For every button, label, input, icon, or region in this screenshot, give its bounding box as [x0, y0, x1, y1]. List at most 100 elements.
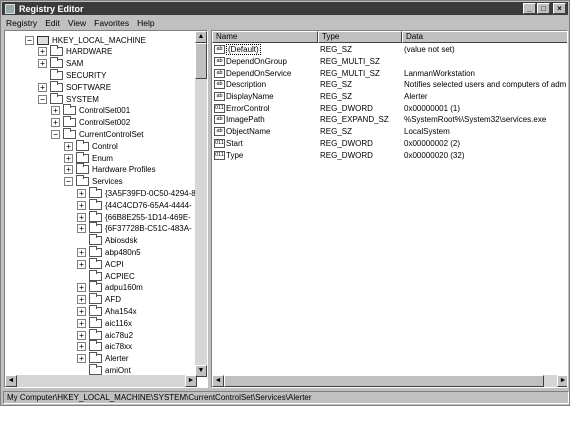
tree-node[interactable]: + ControlSet002 — [51, 116, 130, 129]
value-row[interactable]: ab (Default) REG_SZ (value not set) — [212, 44, 567, 56]
tree-node[interactable]: + ControlSet001 — [51, 104, 130, 117]
tree-node[interactable]: + {66B8E255-1D14-469E- — [77, 210, 191, 223]
tree-node-label: CurrentControlSet — [79, 129, 144, 139]
collapse-icon[interactable]: − — [51, 129, 60, 139]
expand-icon[interactable]: + — [77, 259, 86, 269]
binary-value-icon: 011 — [214, 150, 225, 160]
tree-node[interactable]: + {6F37728B-C51C-483A- — [77, 222, 192, 235]
status-bar: My Computer\HKEY_LOCAL_MACHINE\SYSTEM\Cu… — [3, 391, 569, 404]
tree-node-label: Services — [92, 177, 123, 187]
value-row[interactable]: ab ObjectName REG_SZ LocalSystem — [212, 126, 567, 138]
menu-favorites[interactable]: Favorites — [94, 18, 129, 28]
values-pane[interactable]: Name Type Data ab (Default) REG_SZ (value n… — [211, 30, 568, 388]
expand-icon[interactable]: + — [64, 141, 73, 151]
expand-icon[interactable]: + — [77, 200, 86, 210]
tree-node[interactable]: + {44C4CD76-65A4-4444- — [77, 198, 192, 211]
tree-node[interactable]: + Enum — [64, 151, 113, 164]
column-type-header[interactable]: Type — [318, 31, 402, 43]
value-row[interactable]: ab DisplayName REG_SZ Alerter — [212, 91, 567, 103]
scroll-left-button[interactable]: ◄ — [212, 375, 224, 387]
tree-node-label: aic116x — [105, 318, 132, 328]
expand-icon[interactable]: + — [77, 330, 86, 340]
tree-node-label: amiOnt — [105, 365, 131, 375]
column-name-header[interactable]: Name — [212, 31, 318, 43]
tree-node[interactable]: − Services — [64, 175, 123, 188]
values-horizontal-scrollbar[interactable]: ◄ ► — [212, 375, 567, 387]
tree-vertical-scrollbar[interactable]: ▲ ▼ — [195, 31, 207, 377]
tree-node[interactable]: + AFD — [77, 293, 121, 306]
scroll-left-button[interactable]: ◄ — [5, 375, 17, 387]
scroll-up-button[interactable]: ▲ — [195, 31, 207, 43]
tree-node[interactable]: + HARDWARE — [38, 45, 113, 58]
tree-node[interactable]: ACPIEC — [77, 269, 135, 282]
menu-view[interactable]: View — [68, 18, 86, 28]
tree-node[interactable]: + Aha154x — [77, 304, 137, 317]
expand-icon[interactable]: + — [77, 354, 86, 364]
expand-icon[interactable]: + — [38, 59, 47, 69]
tree-node[interactable]: + Control — [64, 139, 118, 152]
tree-node[interactable]: − SYSTEM — [38, 92, 99, 105]
collapse-icon[interactable]: − — [64, 177, 73, 187]
scroll-right-button[interactable]: ► — [185, 375, 197, 387]
expand-icon[interactable]: + — [77, 342, 86, 352]
folder-icon — [89, 222, 102, 234]
tree-node[interactable]: + Alerter — [77, 352, 129, 365]
expand-icon[interactable]: + — [77, 247, 86, 257]
title-bar[interactable]: Registry Editor _ □ × — [2, 2, 568, 15]
expand-icon[interactable]: + — [77, 212, 86, 222]
minimize-button[interactable]: _ — [523, 3, 536, 14]
key-tree-pane[interactable]: − HKEY_LOCAL_MACHINE + HARDWARE + SAM SECURITY… — [4, 30, 208, 388]
expand-icon[interactable]: + — [38, 82, 47, 92]
value-row[interactable]: ab Description REG_SZ Notifies selected use… — [212, 79, 567, 91]
menu-registry[interactable]: Registry — [6, 18, 37, 28]
collapse-icon[interactable]: − — [25, 35, 34, 45]
expand-icon[interactable]: + — [51, 106, 60, 116]
expand-icon[interactable]: + — [38, 47, 47, 57]
value-name-cell: ab DisplayName — [212, 92, 318, 102]
column-data-header[interactable]: Data — [402, 31, 567, 43]
value-row[interactable]: ab ImagePath REG_EXPAND_SZ %SystemRoot%\Sys… — [212, 114, 567, 126]
tree-node[interactable]: + adpu160m — [77, 281, 143, 294]
value-type: REG_SZ — [320, 127, 353, 137]
folder-icon — [89, 210, 102, 222]
expand-icon[interactable]: + — [77, 283, 86, 293]
tree-horizontal-scrollbar[interactable]: ◄ ► — [5, 375, 197, 387]
tree-node[interactable]: + SAM — [38, 57, 83, 70]
tree-node[interactable]: + aic78u2 — [77, 328, 133, 341]
tree-node[interactable]: + {3A5F39FD-0C50-4294-8 — [77, 186, 196, 199]
value-row[interactable]: 011 Type REG_DWORD 0x00000020 (32) — [212, 149, 567, 161]
tree-node[interactable]: + aic116x — [77, 316, 132, 329]
expand-icon[interactable]: + — [64, 165, 73, 175]
value-name: Description — [226, 80, 267, 90]
expand-icon[interactable]: + — [64, 153, 73, 163]
maximize-button[interactable]: □ — [537, 3, 550, 14]
tree-node[interactable]: SECURITY — [38, 68, 106, 81]
close-button[interactable]: × — [553, 3, 566, 14]
value-row[interactable]: ab DependOnService REG_MULTI_SZ LanmanWorks… — [212, 67, 567, 79]
tree-node[interactable]: + aic78xx — [77, 340, 132, 353]
tree-node[interactable]: − CurrentControlSet — [51, 127, 144, 140]
tree-node[interactable]: + abp480n5 — [77, 245, 141, 258]
tree-node[interactable]: + ACPI — [77, 257, 124, 270]
scroll-thumb[interactable] — [195, 43, 207, 79]
expand-icon[interactable]: + — [77, 224, 86, 234]
menu-edit[interactable]: Edit — [45, 18, 60, 28]
scroll-thumb[interactable] — [224, 375, 544, 387]
value-row[interactable]: ab DependOnGroup REG_MULTI_SZ — [212, 56, 567, 68]
scroll-right-button[interactable]: ► — [557, 375, 567, 387]
tree-node-label: HARDWARE — [66, 47, 113, 57]
expand-icon[interactable]: + — [77, 295, 86, 305]
expand-icon[interactable]: + — [77, 306, 86, 316]
tree-node[interactable]: − HKEY_LOCAL_MACHINE — [25, 34, 146, 46]
value-row[interactable]: 011 Start REG_DWORD 0x00000002 (2) — [212, 138, 567, 150]
expand-icon[interactable]: + — [51, 118, 60, 128]
value-type: REG_DWORD — [320, 103, 373, 113]
expand-icon[interactable]: + — [77, 188, 86, 198]
collapse-icon[interactable]: − — [38, 94, 47, 104]
value-row[interactable]: 011 ErrorControl REG_DWORD 0x00000001 (1) — [212, 103, 567, 115]
tree-node[interactable]: + SOFTWARE — [38, 80, 111, 93]
expand-icon[interactable]: + — [77, 318, 86, 328]
tree-node[interactable]: Abiosdsk — [77, 234, 137, 247]
menu-help[interactable]: Help — [137, 18, 154, 28]
tree-node[interactable]: + Hardware Profiles — [64, 163, 156, 176]
